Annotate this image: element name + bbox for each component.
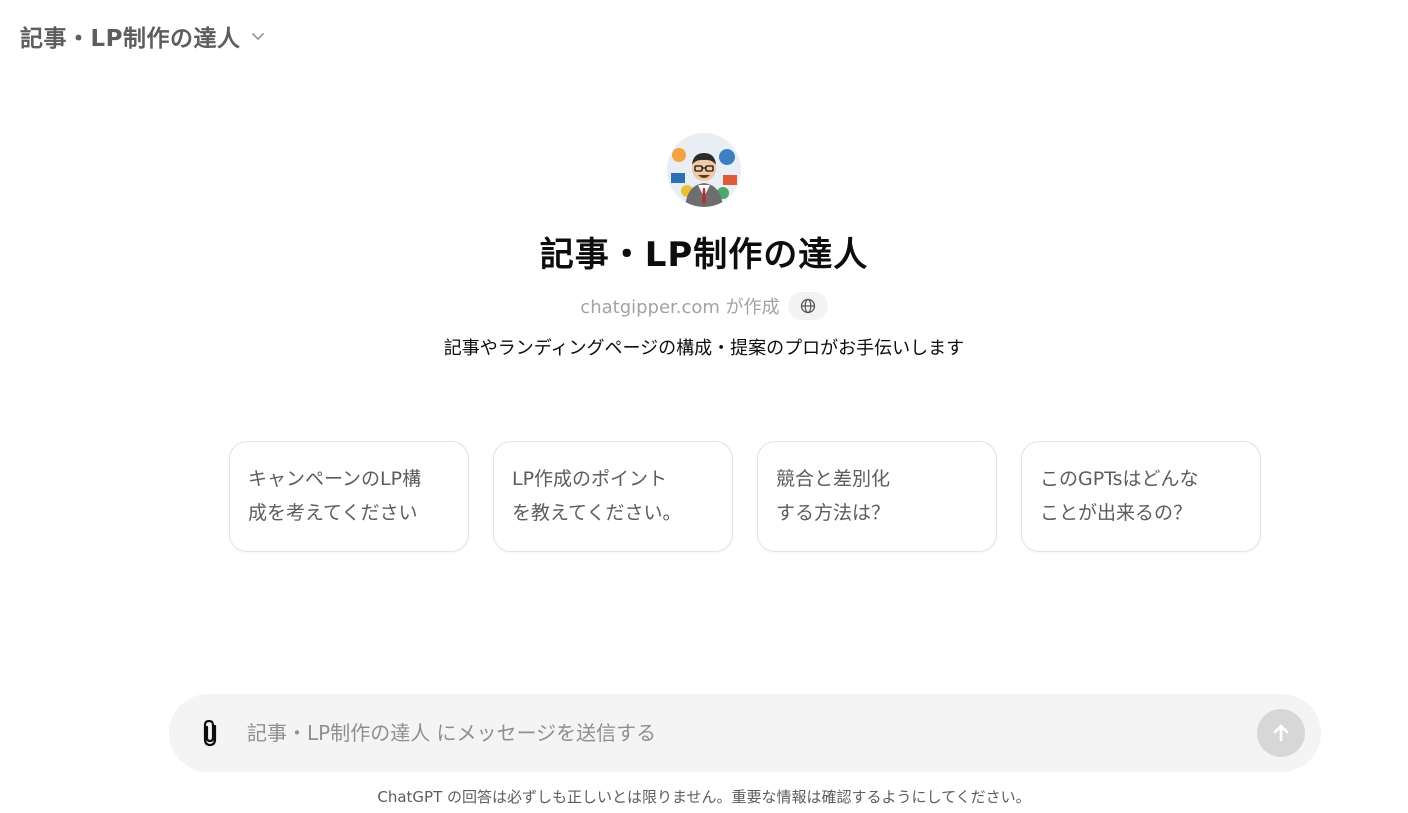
- paperclip-icon[interactable]: [193, 715, 229, 751]
- suggestion-card[interactable]: このGPTsはどんな ことが出来るの？: [1021, 441, 1261, 552]
- suggestion-card[interactable]: LP作成のポイント を教えてください。: [493, 441, 733, 552]
- gpt-name: 記事・LP制作の達人: [539, 235, 869, 275]
- suggestion-card[interactable]: 競合と差別化 する方法は？: [757, 441, 997, 552]
- message-composer: [169, 694, 1321, 772]
- suggestion-text: LP作成のポイント を教えてください。: [512, 468, 682, 524]
- message-input[interactable]: [247, 713, 1257, 753]
- gpt-avatar: [667, 133, 741, 207]
- disclaimer: ChatGPT の回答は必ずしも正しいとは限りません。重要な情報は確認するように…: [377, 788, 1031, 806]
- creator-row: chatgipper.com が作成: [580, 292, 828, 320]
- creator-text: chatgipper.com が作成: [580, 297, 780, 318]
- gpt-hero: 記事・LP制作の達人 chatgipper.com が作成 記事やランディングペ…: [0, 133, 1408, 360]
- chevron-down-icon: [249, 27, 267, 45]
- suggestion-list: キャンペーンのLP構 成を考えてください LP作成のポイント を教えてください。…: [229, 441, 1261, 552]
- gpt-description: 記事やランディングページの構成・提案のプロがお手伝いします: [443, 338, 965, 359]
- model-title: 記事・LP制作の達人: [20, 26, 241, 52]
- suggestion-text: キャンペーンのLP構 成を考えてください: [248, 468, 422, 524]
- suggestion-card[interactable]: キャンペーンのLP構 成を考えてください: [229, 441, 469, 552]
- arrow-up-icon: [1273, 724, 1289, 742]
- suggestion-text: 競合と差別化 する方法は？: [776, 468, 891, 524]
- page: 記事・LP制作の達人 記事・LP制作の達人 chatgipper.com が作成…: [0, 0, 1408, 813]
- model-selector[interactable]: 記事・LP制作の達人: [16, 18, 271, 54]
- globe-icon[interactable]: [787, 292, 828, 320]
- send-button[interactable]: [1257, 709, 1305, 757]
- suggestion-text: このGPTsはどんな ことが出来るの？: [1040, 468, 1199, 524]
